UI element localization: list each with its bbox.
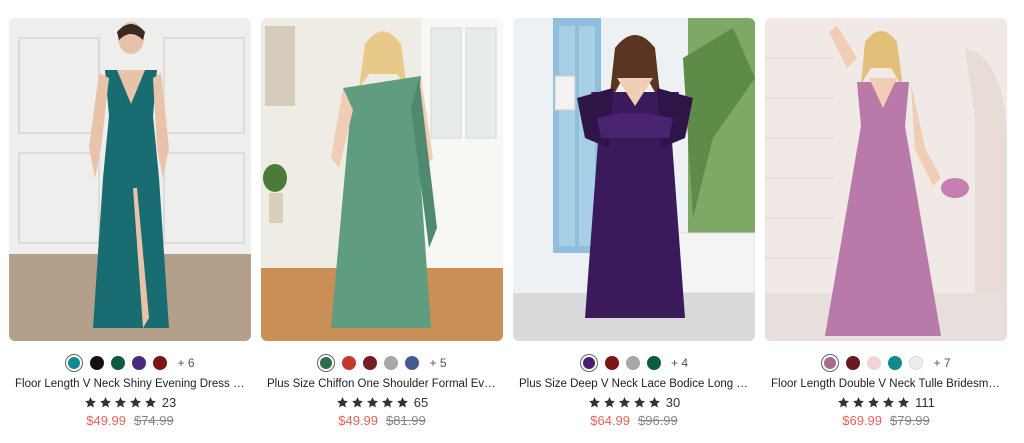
color-swatch[interactable] bbox=[111, 356, 126, 370]
rating: 111 bbox=[765, 394, 1007, 410]
star-icon bbox=[603, 396, 615, 407]
star-icon bbox=[648, 396, 660, 407]
product-title[interactable]: Floor Length V Neck Shiny Evening Dress … bbox=[9, 378, 251, 390]
star-icon bbox=[898, 396, 910, 407]
color-swatch[interactable] bbox=[65, 354, 84, 372]
color-swatch[interactable] bbox=[342, 356, 357, 370]
original-price: $74.99 bbox=[134, 413, 174, 428]
color-swatches: + 6 bbox=[9, 354, 251, 372]
product-image[interactable] bbox=[765, 18, 1007, 341]
original-price: $81.99 bbox=[386, 413, 426, 428]
sale-price: $64.99 bbox=[590, 413, 630, 428]
color-swatch[interactable] bbox=[405, 356, 420, 370]
review-count: 23 bbox=[161, 394, 177, 410]
product-card[interactable]: + 4 Plus Size Deep V Neck Lace Bodice Lo… bbox=[513, 18, 755, 428]
star-icon bbox=[633, 396, 645, 407]
original-price: $79.99 bbox=[890, 413, 930, 428]
star-icon bbox=[883, 396, 895, 407]
color-swatch[interactable] bbox=[604, 356, 619, 370]
sale-price: $69.99 bbox=[842, 413, 882, 428]
product-image[interactable] bbox=[261, 18, 503, 341]
star-icon bbox=[84, 396, 96, 407]
star-icon bbox=[381, 396, 393, 407]
color-swatch[interactable] bbox=[821, 354, 840, 372]
color-swatch[interactable] bbox=[384, 356, 399, 370]
star-icon bbox=[144, 396, 156, 407]
product-image[interactable] bbox=[513, 18, 755, 341]
color-swatch[interactable] bbox=[363, 356, 378, 370]
more-colors-link[interactable]: + 5 bbox=[429, 356, 446, 370]
price: $69.99 $79.99 bbox=[765, 413, 1007, 428]
review-count: 30 bbox=[665, 394, 681, 410]
price: $49.99 $74.99 bbox=[9, 413, 251, 428]
star-icon bbox=[366, 396, 378, 407]
product-grid: + 6 Floor Length V Neck Shiny Evening Dr… bbox=[0, 0, 1024, 443]
color-swatch[interactable] bbox=[846, 356, 861, 370]
star-icon bbox=[868, 396, 880, 407]
star-icon bbox=[336, 396, 348, 407]
rating: 23 bbox=[9, 394, 251, 410]
color-swatch[interactable] bbox=[317, 354, 336, 372]
product-title[interactable]: Plus Size Deep V Neck Lace Bodice Long F… bbox=[513, 378, 755, 390]
product-title[interactable]: Plus Size Chiffon One Shoulder Formal Ev… bbox=[261, 378, 503, 390]
sale-price: $49.99 bbox=[338, 413, 378, 428]
star-icon bbox=[114, 396, 126, 407]
original-price: $96.99 bbox=[638, 413, 678, 428]
rating: 65 bbox=[261, 394, 503, 410]
rating: 30 bbox=[513, 394, 755, 410]
sale-price: $49.99 bbox=[86, 413, 126, 428]
color-swatch[interactable] bbox=[153, 356, 168, 370]
star-icon bbox=[99, 396, 111, 407]
color-swatches: + 4 bbox=[513, 354, 755, 372]
product-card[interactable]: + 5 Plus Size Chiffon One Shoulder Forma… bbox=[261, 18, 503, 428]
star-icon bbox=[853, 396, 865, 407]
color-swatches: + 7 bbox=[765, 354, 1007, 372]
color-swatch[interactable] bbox=[90, 356, 105, 370]
price: $49.99 $81.99 bbox=[261, 413, 503, 428]
star-icon bbox=[618, 396, 630, 407]
star-icon bbox=[838, 396, 850, 407]
color-swatch[interactable] bbox=[909, 356, 924, 370]
more-colors-link[interactable]: + 6 bbox=[177, 356, 194, 370]
color-swatch[interactable] bbox=[132, 356, 147, 370]
price: $64.99 $96.99 bbox=[513, 413, 755, 428]
star-icon bbox=[396, 396, 408, 407]
product-card[interactable]: + 7 Floor Length Double V Neck Tulle Bri… bbox=[765, 18, 1007, 428]
review-count: 111 bbox=[915, 394, 935, 410]
color-swatch[interactable] bbox=[625, 356, 640, 370]
more-colors-link[interactable]: + 4 bbox=[671, 356, 688, 370]
product-title[interactable]: Floor Length Double V Neck Tulle Bridesm… bbox=[765, 378, 1007, 390]
color-swatch[interactable] bbox=[867, 356, 882, 370]
star-icon bbox=[351, 396, 363, 407]
product-card[interactable]: + 6 Floor Length V Neck Shiny Evening Dr… bbox=[9, 18, 251, 428]
star-icon bbox=[588, 396, 600, 407]
star-icon bbox=[129, 396, 141, 407]
more-colors-link[interactable]: + 7 bbox=[933, 356, 950, 370]
color-swatch[interactable] bbox=[579, 354, 598, 372]
color-swatch[interactable] bbox=[888, 356, 903, 370]
product-image[interactable] bbox=[9, 18, 251, 341]
color-swatch[interactable] bbox=[646, 356, 661, 370]
review-count: 65 bbox=[413, 394, 429, 410]
color-swatches: + 5 bbox=[261, 354, 503, 372]
